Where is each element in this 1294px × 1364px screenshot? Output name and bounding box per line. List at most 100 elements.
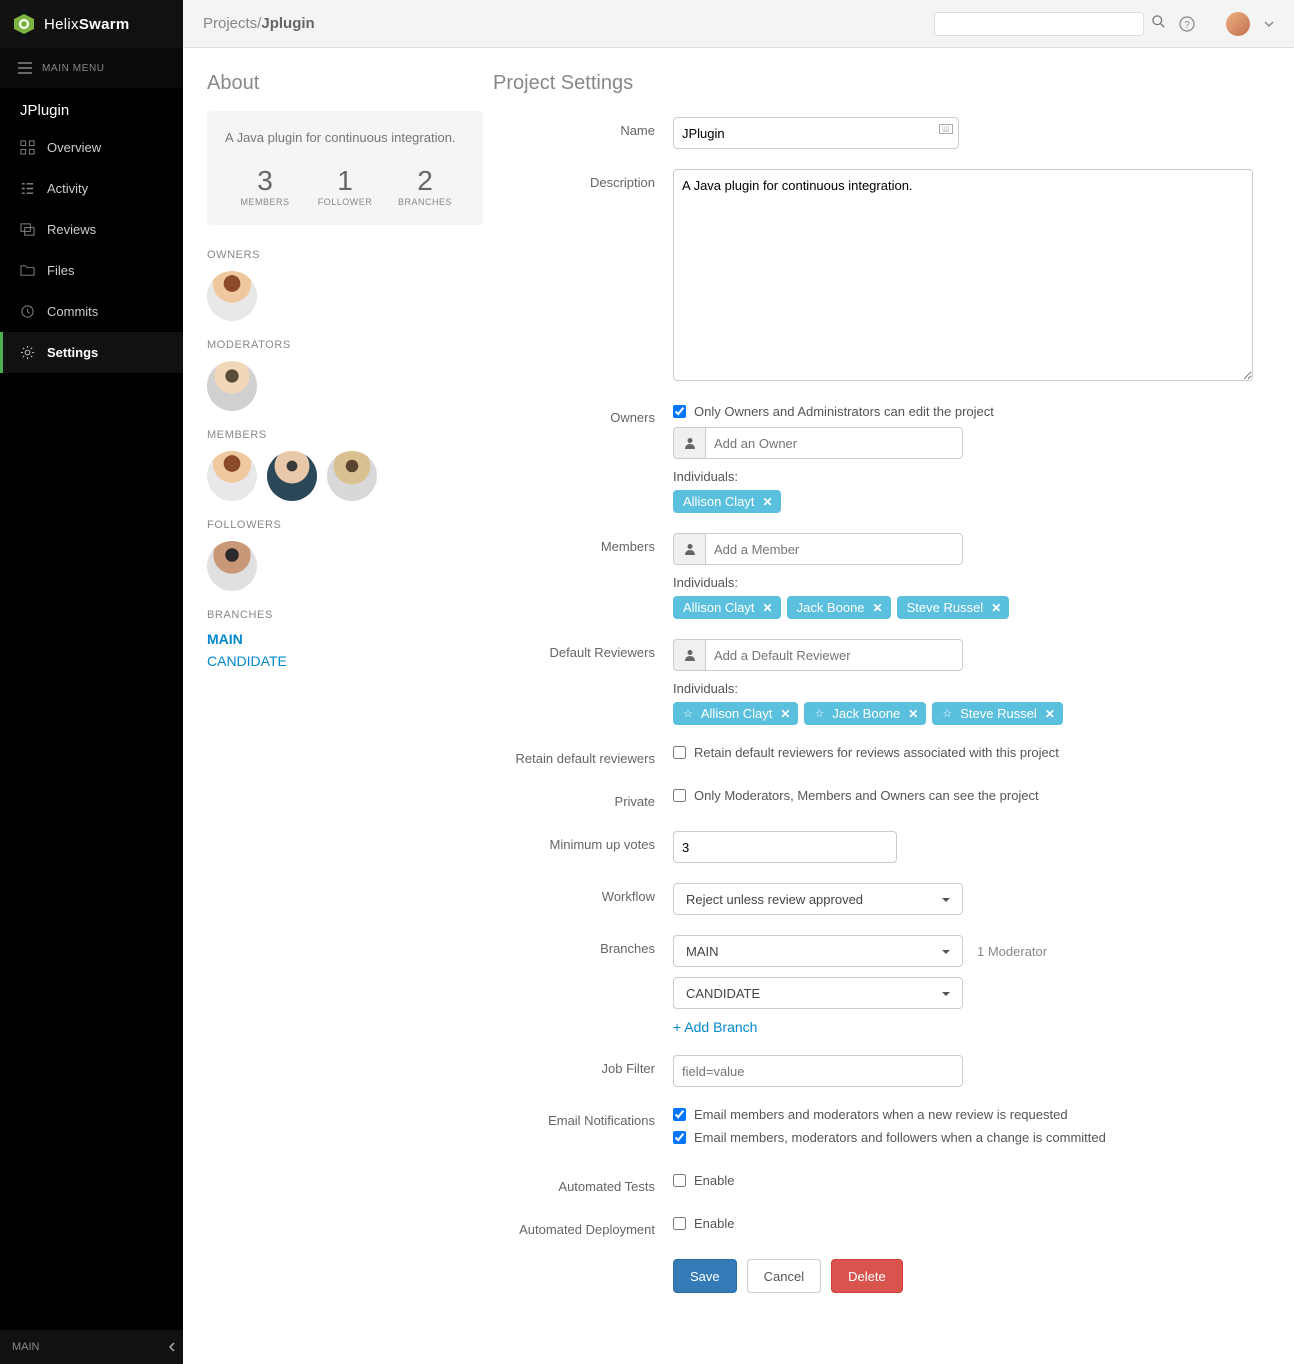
workflow-select[interactable]: Reject unless review approved bbox=[673, 883, 963, 915]
remove-tag-icon[interactable]: ✕ bbox=[763, 495, 773, 509]
moderator-avatar[interactable] bbox=[207, 361, 257, 411]
folder-icon bbox=[20, 263, 35, 278]
add-owner-input[interactable] bbox=[705, 427, 963, 459]
sidebar-collapse-button[interactable] bbox=[161, 1336, 183, 1358]
nav-commits[interactable]: Commits bbox=[0, 291, 183, 332]
form-heading: Project Settings bbox=[493, 72, 1264, 95]
autotest-label: Automated Tests bbox=[493, 1173, 673, 1196]
sidebar-footer-label: MAIN bbox=[12, 1341, 40, 1353]
user-icon bbox=[673, 533, 705, 565]
add-member-input[interactable] bbox=[705, 533, 963, 565]
members-individuals-label: Individuals: bbox=[673, 575, 1253, 590]
follower-avatar[interactable] bbox=[207, 541, 257, 591]
name-keyboard-icon[interactable] bbox=[939, 124, 953, 139]
chevron-left-icon bbox=[168, 1342, 176, 1352]
remove-tag-icon[interactable]: ✕ bbox=[1045, 707, 1055, 721]
svg-text:?: ? bbox=[1184, 20, 1190, 31]
global-search-input[interactable] bbox=[934, 12, 1144, 36]
add-branch-link[interactable]: + Add Branch bbox=[673, 1019, 757, 1035]
owner-avatar[interactable] bbox=[207, 271, 257, 321]
branch-select-candidate[interactable]: CANDIDATE bbox=[673, 977, 963, 1009]
autotest-checkbox[interactable] bbox=[673, 1174, 686, 1187]
remove-tag-icon[interactable]: ✕ bbox=[908, 707, 918, 721]
user-icon bbox=[673, 427, 705, 459]
name-label: Name bbox=[493, 117, 673, 149]
nav-files[interactable]: Files bbox=[0, 250, 183, 291]
grid-icon bbox=[20, 140, 35, 155]
star-icon[interactable]: ☆ bbox=[942, 707, 952, 720]
owners-individuals-label: Individuals: bbox=[673, 469, 1253, 484]
branches-form-label: Branches bbox=[493, 935, 673, 1035]
autodep-checkbox[interactable] bbox=[673, 1217, 686, 1230]
save-button[interactable]: Save bbox=[673, 1259, 737, 1293]
star-icon[interactable]: ☆ bbox=[683, 707, 693, 720]
remove-tag-icon[interactable]: ✕ bbox=[780, 707, 790, 721]
settings-form: Project Settings Name Description bbox=[483, 48, 1294, 1364]
nav-settings[interactable]: Settings bbox=[0, 332, 183, 373]
about-column: About A Java plugin for continuous integ… bbox=[183, 48, 483, 1364]
delete-button[interactable]: Delete bbox=[831, 1259, 903, 1293]
user-menu-chevron[interactable] bbox=[1264, 16, 1274, 31]
branch-link-main[interactable]: MAIN bbox=[207, 631, 483, 647]
nav-overview[interactable]: Overview bbox=[0, 127, 183, 168]
add-defrev-input[interactable] bbox=[705, 639, 963, 671]
gear-icon bbox=[20, 345, 35, 360]
jobfilter-label: Job Filter bbox=[493, 1055, 673, 1087]
breadcrumb-root[interactable]: Projects/ bbox=[203, 15, 261, 32]
moderators-heading: MODERATORS bbox=[207, 339, 483, 351]
nav-reviews[interactable]: Reviews bbox=[0, 209, 183, 250]
main-menu-label: MAIN MENU bbox=[42, 63, 105, 74]
autotest-enable-text: Enable bbox=[694, 1173, 734, 1188]
branches-heading: BRANCHES bbox=[207, 609, 483, 621]
member-avatar[interactable] bbox=[327, 451, 377, 501]
stat-follower: 1FOLLOWER bbox=[305, 165, 385, 207]
menu-icon bbox=[18, 62, 32, 74]
member-avatar[interactable] bbox=[207, 451, 257, 501]
sidebar: HelixSwarm MAIN MENU JPlugin Overview Ac… bbox=[0, 0, 183, 1364]
owners-only-checkbox[interactable] bbox=[673, 405, 686, 418]
topbar-avatar[interactable] bbox=[1226, 12, 1250, 36]
minvotes-label: Minimum up votes bbox=[493, 831, 673, 863]
email-committed-checkbox[interactable] bbox=[673, 1131, 686, 1144]
jobfilter-input[interactable] bbox=[673, 1055, 963, 1087]
owners-label: Owners bbox=[493, 404, 673, 513]
sidebar-nav: Overview Activity Reviews Files Commits … bbox=[0, 127, 183, 373]
defrev-label: Default Reviewers bbox=[493, 639, 673, 725]
brand-logo-icon bbox=[12, 12, 36, 36]
retain-checkbox[interactable] bbox=[673, 746, 686, 759]
private-checkbox[interactable] bbox=[673, 789, 686, 802]
description-textarea[interactable] bbox=[673, 169, 1253, 381]
remove-tag-icon[interactable]: ✕ bbox=[991, 601, 1001, 615]
help-icon[interactable]: ? bbox=[1176, 13, 1198, 35]
cancel-button[interactable]: Cancel bbox=[747, 1259, 821, 1293]
breadcrumb-current: Jplugin bbox=[261, 15, 314, 32]
star-icon[interactable]: ☆ bbox=[814, 707, 824, 720]
list-icon bbox=[20, 181, 35, 196]
autodep-enable-text: Enable bbox=[694, 1216, 734, 1231]
followers-heading: FOLLOWERS bbox=[207, 519, 483, 531]
members-heading: MEMBERS bbox=[207, 429, 483, 441]
stat-branches: 2BRANCHES bbox=[385, 165, 465, 207]
defrev-individuals-label: Individuals: bbox=[673, 681, 1253, 696]
main-menu-toggle[interactable]: MAIN MENU bbox=[0, 48, 183, 88]
search-icon[interactable] bbox=[1152, 15, 1166, 32]
owner-tag: Allison Clayt✕ bbox=[673, 490, 781, 513]
minvotes-input[interactable] bbox=[673, 831, 897, 863]
chevron-down-icon bbox=[1264, 21, 1274, 28]
about-heading: About bbox=[207, 72, 483, 95]
branch-link-candidate[interactable]: CANDIDATE bbox=[207, 653, 483, 669]
member-avatar[interactable] bbox=[267, 451, 317, 501]
retain-label: Retain default reviewers bbox=[493, 745, 673, 768]
private-label: Private bbox=[493, 788, 673, 811]
remove-tag-icon[interactable]: ✕ bbox=[763, 601, 773, 615]
sidebar-footer: MAIN bbox=[0, 1330, 183, 1364]
name-input[interactable] bbox=[673, 117, 959, 149]
remove-tag-icon[interactable]: ✕ bbox=[873, 601, 883, 615]
brand[interactable]: HelixSwarm bbox=[0, 0, 183, 48]
member-tag: Steve Russel✕ bbox=[897, 596, 1010, 619]
branch-select-main[interactable]: MAIN bbox=[673, 935, 963, 967]
sidebar-project-title: JPlugin bbox=[0, 88, 183, 127]
nav-activity[interactable]: Activity bbox=[0, 168, 183, 209]
email-new-review-checkbox[interactable] bbox=[673, 1108, 686, 1121]
workflow-label: Workflow bbox=[493, 883, 673, 915]
